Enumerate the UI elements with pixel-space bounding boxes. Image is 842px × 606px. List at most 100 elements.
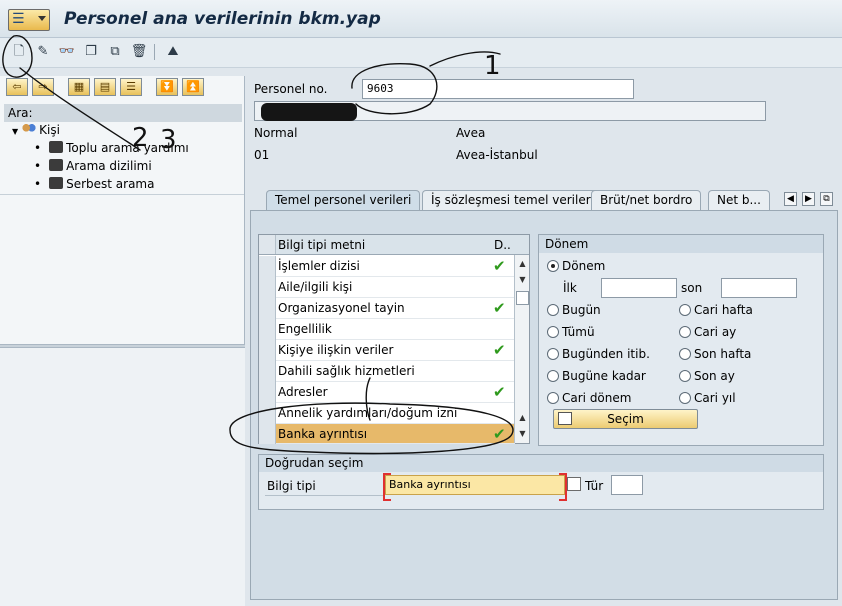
table-row[interactable]: Adresler ✔	[259, 382, 515, 403]
value-help-icon[interactable]	[567, 477, 581, 491]
forward-arrow-icon[interactable]: ⇨	[32, 78, 54, 96]
bullet: •	[34, 141, 42, 155]
employee-name-field	[254, 101, 766, 121]
table-row[interactable]: Annelik yardımları/doğum izni	[259, 403, 515, 424]
radio-all[interactable]: Tümü	[547, 325, 595, 339]
from-date-input[interactable]	[601, 278, 677, 298]
tab-net-payroll[interactable]: Net b...	[708, 190, 770, 210]
column-header-infotype-text: Bilgi tipi metni	[278, 238, 366, 252]
table-icon[interactable]: ▤	[94, 78, 116, 96]
row-selector[interactable]	[259, 298, 276, 319]
copy-icon[interactable]: ❐	[82, 43, 100, 61]
infotype-table: Bilgi tipi metni D.. İşlemler dizisi ✔ A…	[258, 234, 530, 444]
from-label: İlk	[563, 281, 577, 295]
to-date-input[interactable]	[721, 278, 797, 298]
binoculars-icon	[49, 159, 64, 171]
radio-label: Bugüne kadar	[562, 369, 646, 383]
binoculars-icon	[49, 141, 64, 153]
table-scrollbar[interactable]: ▲ ▼ ▲ ▼	[514, 255, 529, 443]
tab-scroll-left-icon[interactable]: ◀	[784, 192, 797, 206]
radio-dot-icon	[679, 392, 691, 404]
row-selector[interactable]	[259, 340, 276, 361]
overview-icon[interactable]: ⛰	[164, 43, 182, 61]
list-icon[interactable]: ☰	[120, 78, 142, 96]
choose-button-label: Seçim	[607, 412, 644, 426]
table-row[interactable]: Dahili sağlık hizmetleri	[259, 361, 515, 382]
tab-list-icon[interactable]: ⧉	[820, 192, 833, 206]
selection-icon	[558, 412, 572, 425]
back-arrow-icon[interactable]: ⇦	[6, 78, 28, 96]
expand-down-icon[interactable]: ⏬	[156, 78, 178, 96]
scroll-up-icon[interactable]: ▲	[516, 257, 529, 270]
infotype-text: İşlemler dizisi	[278, 259, 360, 273]
tree-item-free-search[interactable]: • Serbest arama	[34, 176, 154, 192]
radio-label: Cari dönem	[562, 391, 632, 405]
check-icon: ✔	[493, 341, 506, 359]
bullet: •	[34, 159, 42, 173]
choose-button[interactable]: Seçim	[553, 409, 698, 429]
scroll-page-down-icon[interactable]: ▼	[516, 427, 529, 440]
table-row[interactable]: İşlemler dizisi ✔	[259, 256, 515, 277]
radio-current-week[interactable]: Cari hafta	[679, 303, 753, 317]
row-selector[interactable]	[259, 424, 276, 444]
display-icon[interactable]: 👓	[58, 43, 76, 61]
tree-item-collective-search[interactable]: • Toplu arama yardımı	[34, 140, 189, 156]
infotype-text: Aile/ilgili kişi	[278, 280, 353, 294]
radio-today[interactable]: Bugün	[547, 303, 601, 317]
redacted-name	[261, 103, 357, 121]
check-icon: ✔	[493, 257, 506, 275]
tab-gross-net-payroll[interactable]: Brüt/net bordro	[591, 190, 702, 210]
change-icon[interactable]: ✎	[34, 43, 52, 61]
row-selector[interactable]	[259, 403, 276, 424]
row-selector[interactable]	[259, 277, 276, 298]
binoculars-icon	[49, 177, 64, 189]
subtype-input[interactable]	[611, 475, 643, 495]
scroll-down-icon[interactable]: ▼	[516, 273, 529, 286]
select-all-cell[interactable]	[259, 235, 276, 254]
system-menu-button[interactable]: ☰	[8, 9, 50, 31]
radio-current-period[interactable]: Cari dönem	[547, 391, 631, 405]
radio-from-today[interactable]: Bugünden itib.	[547, 347, 650, 361]
tab-scroll-right-icon[interactable]: ▶	[802, 192, 815, 206]
check-icon: ✔	[493, 425, 506, 443]
column-header-status: D..	[494, 238, 511, 252]
table-row[interactable]: Engellilik	[259, 319, 515, 340]
radio-current-month[interactable]: Cari ay	[679, 325, 736, 339]
tab-basic-personal-data[interactable]: Temel personel verileri	[266, 190, 421, 210]
radio-period[interactable]: Dönem	[547, 259, 605, 273]
infotype-label: Bilgi tipi	[267, 479, 316, 493]
radio-dot-icon	[547, 392, 559, 404]
delimit-icon[interactable]: ⧉	[106, 43, 124, 61]
table-row[interactable]: Kişiye ilişkin veriler ✔	[259, 340, 515, 361]
row-selector[interactable]	[259, 256, 276, 277]
row-selector[interactable]	[259, 319, 276, 340]
radio-last-month[interactable]: Son ay	[679, 369, 735, 383]
personnel-no-input[interactable]: 9603	[362, 79, 634, 99]
tab-contract-data[interactable]: İş sözleşmesi temel verileri	[422, 190, 603, 210]
table-row[interactable]: Aile/ilgili kişi	[259, 277, 515, 298]
table-row[interactable]: Organizasyonel tayin ✔	[259, 298, 515, 319]
tree-item-search-term[interactable]: • Arama dizilimi	[34, 158, 152, 174]
infotype-input[interactable]: Banka ayrıntısı	[383, 473, 567, 501]
delete-icon[interactable]: 🗑	[130, 43, 148, 61]
radio-to-today[interactable]: Bugüne kadar	[547, 369, 646, 383]
infotype-text: Engellilik	[278, 322, 332, 336]
radio-dot-icon	[547, 348, 559, 360]
radio-label: Bugünden itib.	[562, 347, 650, 361]
radio-dot-icon	[679, 304, 691, 316]
infotype-text: Banka ayrıntısı	[278, 427, 368, 441]
row-selector[interactable]	[259, 382, 276, 403]
scroll-thumb[interactable]	[516, 291, 529, 305]
radio-dot-icon	[679, 370, 691, 382]
radio-label: Son ay	[694, 369, 735, 383]
grid-icon[interactable]: ▦	[68, 78, 90, 96]
row-selector[interactable]	[259, 361, 276, 382]
collapse-up-icon[interactable]: ⏫	[182, 78, 204, 96]
table-row-selected[interactable]: Banka ayrıntısı ✔	[259, 424, 515, 444]
tree-node-person[interactable]: ▼ Kişi	[12, 122, 60, 140]
scroll-page-up-icon[interactable]: ▲	[516, 411, 529, 424]
chevron-down-icon	[38, 16, 46, 21]
create-icon[interactable]: 🗋	[10, 43, 28, 61]
radio-current-year[interactable]: Cari yıl	[679, 391, 736, 405]
radio-last-week[interactable]: Son hafta	[679, 347, 751, 361]
